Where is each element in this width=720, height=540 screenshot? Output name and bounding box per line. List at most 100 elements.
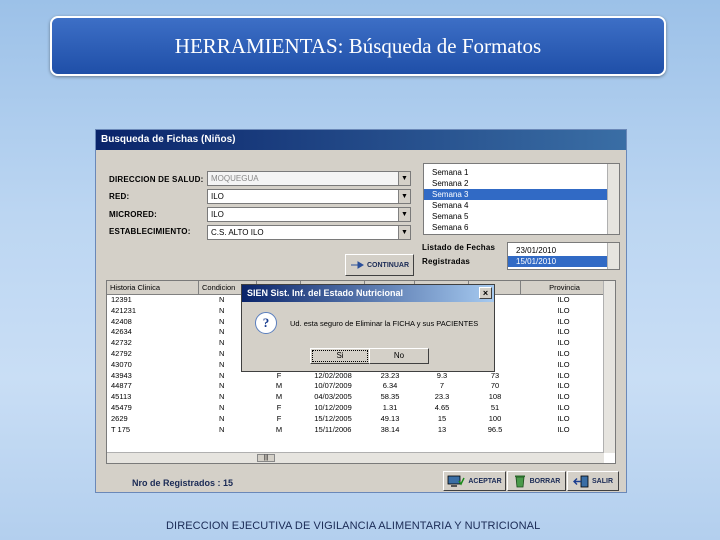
computer-check-icon: [447, 475, 465, 487]
continuar-button[interactable]: CONTINUAR: [345, 254, 414, 276]
semana-item-selected[interactable]: Semana 3: [424, 189, 619, 200]
no-button[interactable]: No: [369, 348, 429, 364]
scroll-thumb[interactable]: |||: [257, 454, 275, 462]
table-cell: T 175: [111, 424, 131, 434]
label-direccion-salud: DIRECCION DE SALUD:: [109, 175, 204, 184]
table-cell: 04/03/2005: [314, 392, 352, 402]
close-icon[interactable]: ×: [479, 287, 492, 299]
chevron-down-icon[interactable]: ▼: [398, 190, 410, 203]
table-cell: N: [219, 370, 225, 380]
table-row[interactable]: 44877 N M 10/07/2009 6.34 7 70 ILO: [107, 381, 615, 392]
table-cell: N: [219, 402, 225, 412]
header-provincia[interactable]: Provincia: [521, 281, 606, 294]
table-cell: 10/12/2009: [314, 402, 352, 412]
continuar-label: CONTINUAR: [367, 261, 409, 269]
recycle-bin-icon: [514, 475, 525, 488]
label-registradas: Registradas: [422, 257, 470, 266]
table-row[interactable]: 45479 N F 10/12/2009 1.31 4.65 51 ILO: [107, 403, 615, 414]
label-microred: MICRORED:: [109, 210, 158, 219]
fecha-item-selected[interactable]: 15/01/2010: [508, 256, 619, 267]
salir-button[interactable]: SALIR: [567, 471, 619, 491]
table-cell: 51: [490, 402, 500, 412]
table-cell: 4.65: [434, 402, 450, 412]
aceptar-label: ACEPTAR: [468, 477, 502, 485]
borrar-button[interactable]: BORRAR: [507, 471, 566, 491]
slide-title: HERRAMIENTAS: Búsqueda de Formatos: [174, 33, 542, 58]
table-cell: 2629: [111, 413, 128, 423]
table-cell: 9.3: [436, 370, 448, 380]
chevron-down-icon[interactable]: ▼: [398, 172, 410, 185]
semana-list[interactable]: Semana 1 Semana 2 Semana 3 Semana 4 Sema…: [423, 163, 620, 235]
label-red: RED:: [109, 192, 130, 201]
table-cell: 13: [437, 424, 447, 434]
table-cell: 100: [488, 413, 502, 423]
table-cell: 45479: [111, 402, 132, 412]
red-select[interactable]: ILO ▼: [207, 189, 411, 204]
table-cell: 1.31: [382, 402, 398, 412]
semana-item[interactable]: Semana 1: [424, 167, 619, 178]
table-cell: 15/12/2005: [314, 413, 352, 423]
yes-button[interactable]: Si: [310, 348, 370, 364]
table-cell: 44877: [111, 381, 132, 391]
table-cell: F: [276, 402, 282, 412]
table-cell: M: [275, 424, 283, 434]
table-cell: 15: [437, 413, 447, 423]
table-cell: 45113: [111, 392, 132, 402]
table-cell: M: [275, 381, 283, 391]
direccion-salud-select[interactable]: MOQUEGUA ▼: [207, 171, 411, 186]
semana-scrollbar[interactable]: [607, 164, 619, 234]
fechas-list[interactable]: 23/01/2010 15/01/2010: [507, 242, 620, 270]
hand-pointer-icon: [351, 261, 364, 269]
table-row[interactable]: 2629 N F 15/12/2005 49.13 15 100 ILO: [107, 414, 615, 425]
microred-select[interactable]: ILO ▼: [207, 207, 411, 222]
table-cell: 15/11/2006: [314, 424, 352, 434]
table-cell: ILO: [557, 381, 570, 391]
table-cell: ILO: [557, 316, 570, 326]
dialog-title: SIEN Sist. Inf. del Estado Nutricional: [247, 288, 404, 298]
table-cell: 7: [439, 381, 445, 391]
table-cell: 96.5: [487, 424, 503, 434]
table-cell: 12/02/2008: [314, 370, 352, 380]
aceptar-button[interactable]: ACEPTAR: [443, 471, 506, 491]
table-vscrollbar[interactable]: [603, 281, 615, 453]
table-cell: ILO: [557, 348, 570, 358]
semana-item[interactable]: Semana 2: [424, 178, 619, 189]
table-cell: 58.35: [380, 392, 400, 402]
exit-door-icon: [573, 475, 589, 487]
table-cell: ILO: [557, 370, 570, 380]
table-hscrollbar[interactable]: |||: [107, 452, 604, 463]
fechas-scrollbar[interactable]: [607, 243, 619, 269]
table-row[interactable]: 43943 N F 12/02/2008 23.23 9.3 73 ILO: [107, 371, 615, 382]
slide-title-box: HERRAMIENTAS: Búsqueda de Formatos: [50, 16, 666, 76]
fecha-item[interactable]: 23/01/2010: [508, 245, 619, 256]
chevron-down-icon[interactable]: ▼: [398, 208, 410, 221]
table-cell: 23.23: [380, 370, 400, 380]
table-cell: N: [219, 381, 225, 391]
red-value: ILO: [211, 192, 224, 201]
table-cell: ILO: [557, 392, 570, 402]
table-cell: 42792: [111, 348, 132, 358]
table-cell: ILO: [557, 359, 570, 369]
table-cell: 108: [488, 392, 502, 402]
table-cell: N: [219, 413, 225, 423]
table-cell: M: [275, 392, 283, 402]
chevron-down-icon[interactable]: ▼: [398, 226, 410, 239]
table-cell: 421231: [111, 305, 137, 315]
table-cell: 49.13: [380, 413, 400, 423]
microred-value: ILO: [211, 210, 224, 219]
header-historia-clinica[interactable]: Historia Clinica: [107, 281, 199, 294]
semana-item[interactable]: Semana 5: [424, 211, 619, 222]
semana-item[interactable]: Semana 6: [424, 222, 619, 233]
establecimiento-select[interactable]: C.S. ALTO ILO ▼: [207, 225, 411, 240]
window-title: Busqueda de Fichas (Niños): [96, 130, 626, 150]
salir-label: SALIR: [592, 477, 613, 485]
table-cell: ILO: [557, 413, 570, 423]
table-cell: ILO: [557, 424, 570, 434]
semana-item[interactable]: Semana 4: [424, 200, 619, 211]
table-cell: 6.34: [382, 381, 398, 391]
establecimiento-value: C.S. ALTO ILO: [211, 228, 264, 237]
table-row[interactable]: 45113 N M 04/03/2005 58.35 23.3 108 ILO: [107, 392, 615, 403]
table-row[interactable]: T 175 N M 15/11/2006 38.14 13 96.5 ILO: [107, 425, 615, 436]
table-cell: 43070: [111, 359, 132, 369]
confirm-dialog: SIEN Sist. Inf. del Estado Nutricional ×…: [241, 284, 495, 372]
